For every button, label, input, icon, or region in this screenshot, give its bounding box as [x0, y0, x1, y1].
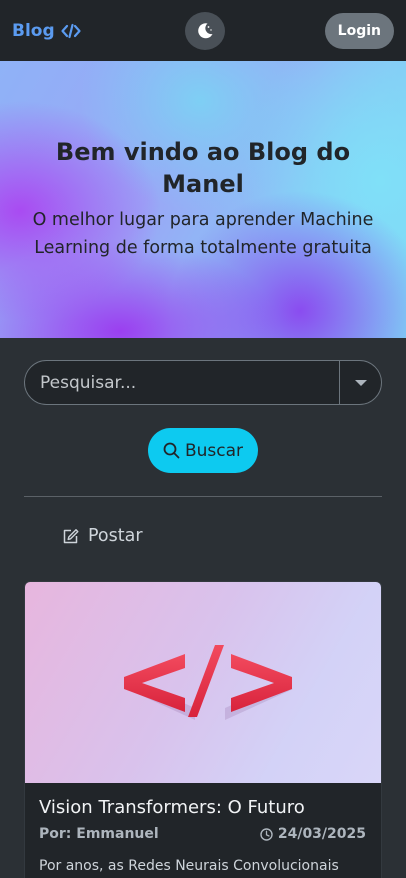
search-button[interactable]: Buscar [148, 428, 258, 473]
login-button[interactable]: Login [324, 12, 394, 49]
post-link-label: Postar [88, 526, 143, 546]
theme-toggle-button[interactable] [185, 12, 225, 50]
hero-subtitle: O melhor lugar para aprender Machine Lea… [32, 209, 374, 258]
brand-link[interactable]: Blog [12, 21, 81, 41]
search-dropdown-toggle[interactable] [339, 361, 381, 404]
search-icon [163, 442, 180, 459]
hero-banner: Bem vindo ao Blog do Manel O melhor luga… [0, 61, 406, 338]
edit-icon [63, 528, 79, 543]
search-button-label: Buscar [184, 440, 244, 461]
post-image [25, 582, 381, 783]
post-author: Por: Emmanuel [39, 826, 159, 842]
post-date: 24/03/2025 [260, 826, 366, 842]
hero-title: Bem vindo ao Blog do Manel [55, 138, 351, 198]
post-card[interactable]: Vision Transformers: O Futuro Por: Emman… [24, 581, 382, 878]
code-icon [61, 23, 81, 38]
clock-icon [260, 827, 273, 841]
search-input[interactable] [25, 361, 339, 404]
code-symbol-icon [124, 645, 293, 720]
moon-icon [198, 23, 213, 39]
post-title[interactable]: Vision Transformers: O Futuro [39, 797, 366, 818]
post-excerpt: Por anos, as Redes Neurais Convolucionai… [39, 858, 339, 874]
post-link[interactable]: Postar [62, 522, 143, 550]
divider [24, 496, 382, 497]
caret-down-icon [354, 379, 367, 386]
search-group [24, 360, 382, 405]
post-meta: Por: Emmanuel 24/03/2025 [39, 826, 366, 842]
navbar: Blog Login [0, 0, 406, 61]
brand-label: Blog [12, 20, 55, 41]
post-date-value: 24/03/2025 [277, 826, 366, 842]
